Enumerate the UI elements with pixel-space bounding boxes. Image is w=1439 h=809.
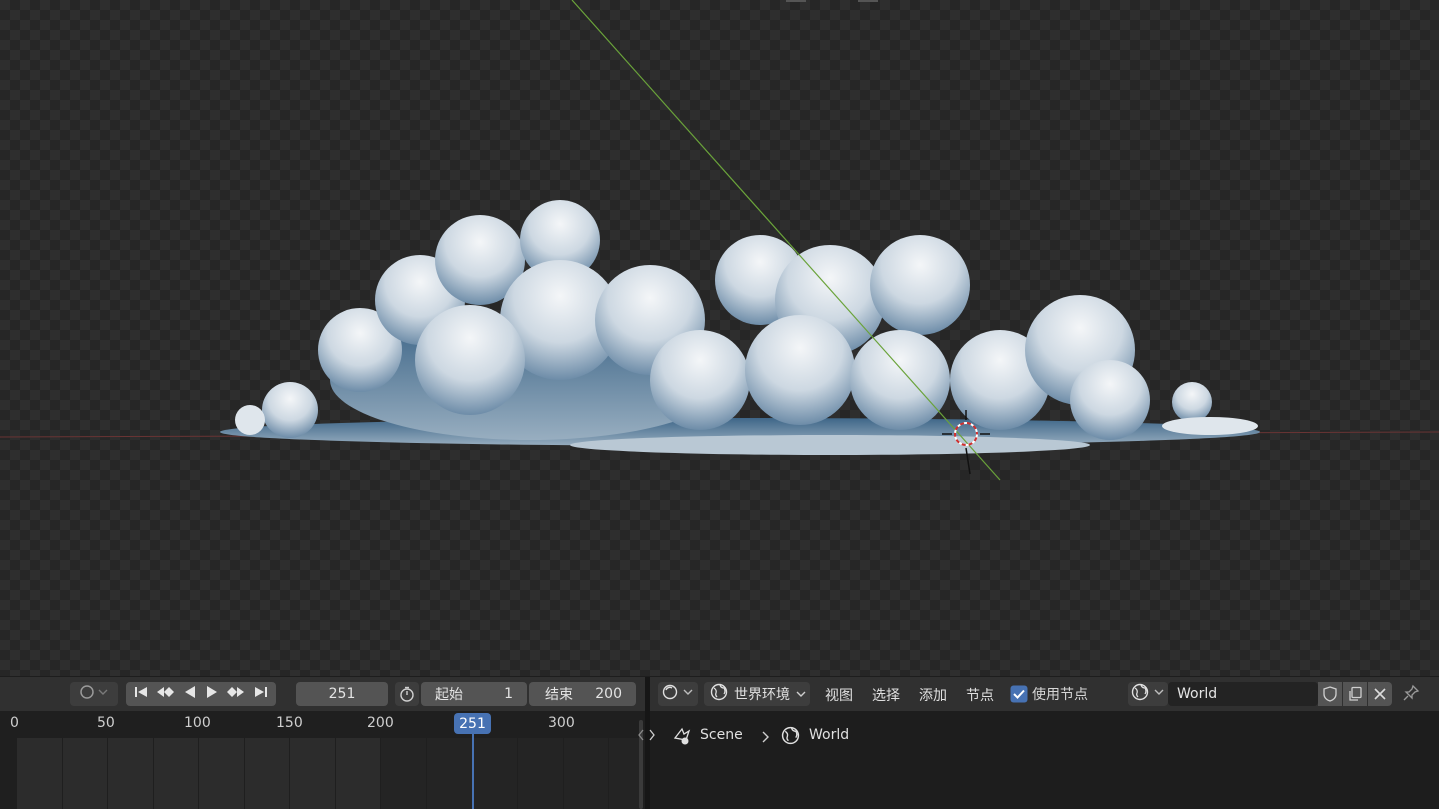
use-nodes-label: 使用节点 — [1032, 687, 1088, 703]
ruler-tick: 300 — [548, 715, 575, 731]
timeline-column — [608, 738, 639, 809]
world-browse-dropdown[interactable] — [1128, 682, 1168, 706]
ruler-tick: 0 — [10, 715, 19, 731]
editor-type-dropdown[interactable] — [658, 682, 698, 706]
stopwatch-icon[interactable] — [395, 682, 419, 706]
collapse-arrows-icon[interactable] — [637, 728, 657, 746]
timeline-column — [517, 738, 563, 809]
start-frame-value: 1 — [504, 686, 513, 702]
ruler-tick: 150 — [276, 715, 303, 731]
chevron-down-icon — [796, 686, 806, 702]
menu-node[interactable]: 节点 — [966, 685, 994, 705]
use-nodes-toggle[interactable]: 使用节点 — [1010, 684, 1088, 704]
timeline-column — [563, 738, 608, 809]
cloud-object — [220, 200, 1260, 455]
node-editor-icon — [662, 684, 694, 704]
checkbox-checked-icon[interactable] — [1010, 685, 1028, 703]
breadcrumb-world: World — [809, 727, 850, 743]
chevron-right-icon — [761, 730, 771, 748]
timeline-column — [380, 738, 426, 809]
ruler-tick: 50 — [97, 715, 115, 731]
end-frame-value: 200 — [595, 686, 622, 702]
timeline-column — [62, 738, 107, 809]
start-frame-field[interactable]: 起始 1 — [421, 682, 527, 706]
world-icon — [781, 726, 800, 749]
breadcrumb-scene: Scene — [700, 727, 743, 743]
shader-type-dropdown[interactable]: 世界环境 — [704, 682, 810, 706]
playback-controls — [126, 682, 276, 706]
end-frame-label: 结束 — [545, 687, 573, 703]
jump-to-end-icon[interactable] — [253, 684, 269, 704]
timeline-column — [153, 738, 198, 809]
fake-user-icon[interactable] — [1318, 682, 1342, 706]
menu-select[interactable]: 选择 — [872, 685, 900, 705]
unlink-close-icon[interactable] — [1368, 682, 1392, 706]
world-icon — [1131, 683, 1165, 705]
start-frame-label: 起始 — [435, 687, 463, 703]
timeline-column — [244, 738, 289, 809]
current-frame-field[interactable]: 251 — [296, 682, 388, 706]
3d-viewport[interactable] — [0, 0, 1439, 676]
ruler-tick: 100 — [184, 715, 211, 731]
timeline-column — [16, 738, 62, 809]
keying-dropdown[interactable] — [70, 682, 118, 706]
viewport-scene — [0, 0, 1439, 481]
timeline-column — [289, 738, 335, 809]
timeline-column — [426, 738, 472, 809]
timeline-column — [198, 738, 244, 809]
pin-icon[interactable] — [1402, 684, 1420, 706]
timeline-column — [107, 738, 153, 809]
circle-record-icon — [79, 684, 109, 704]
world-name-field[interactable]: World — [1168, 682, 1318, 706]
next-keyframe-icon[interactable] — [226, 684, 246, 704]
shader-type-label: 世界环境 — [734, 687, 790, 703]
menu-add[interactable]: 添加 — [919, 685, 947, 705]
playhead-label[interactable]: 251 — [454, 713, 491, 734]
scene-icon — [672, 726, 692, 750]
world-icon — [710, 683, 728, 705]
duplicate-icon[interactable] — [1343, 682, 1367, 706]
play-icon[interactable] — [204, 684, 220, 704]
node-editor-canvas[interactable] — [650, 711, 1439, 809]
ruler-tick: 200 — [367, 715, 394, 731]
playhead-line[interactable] — [472, 734, 474, 809]
jump-to-start-icon[interactable] — [133, 684, 149, 704]
play-reverse-icon[interactable] — [182, 684, 198, 704]
end-frame-field[interactable]: 结束 200 — [529, 682, 636, 706]
timeline-column — [472, 738, 517, 809]
timeline-column — [335, 738, 380, 809]
menu-view[interactable]: 视图 — [825, 685, 853, 705]
prev-keyframe-icon[interactable] — [155, 684, 175, 704]
